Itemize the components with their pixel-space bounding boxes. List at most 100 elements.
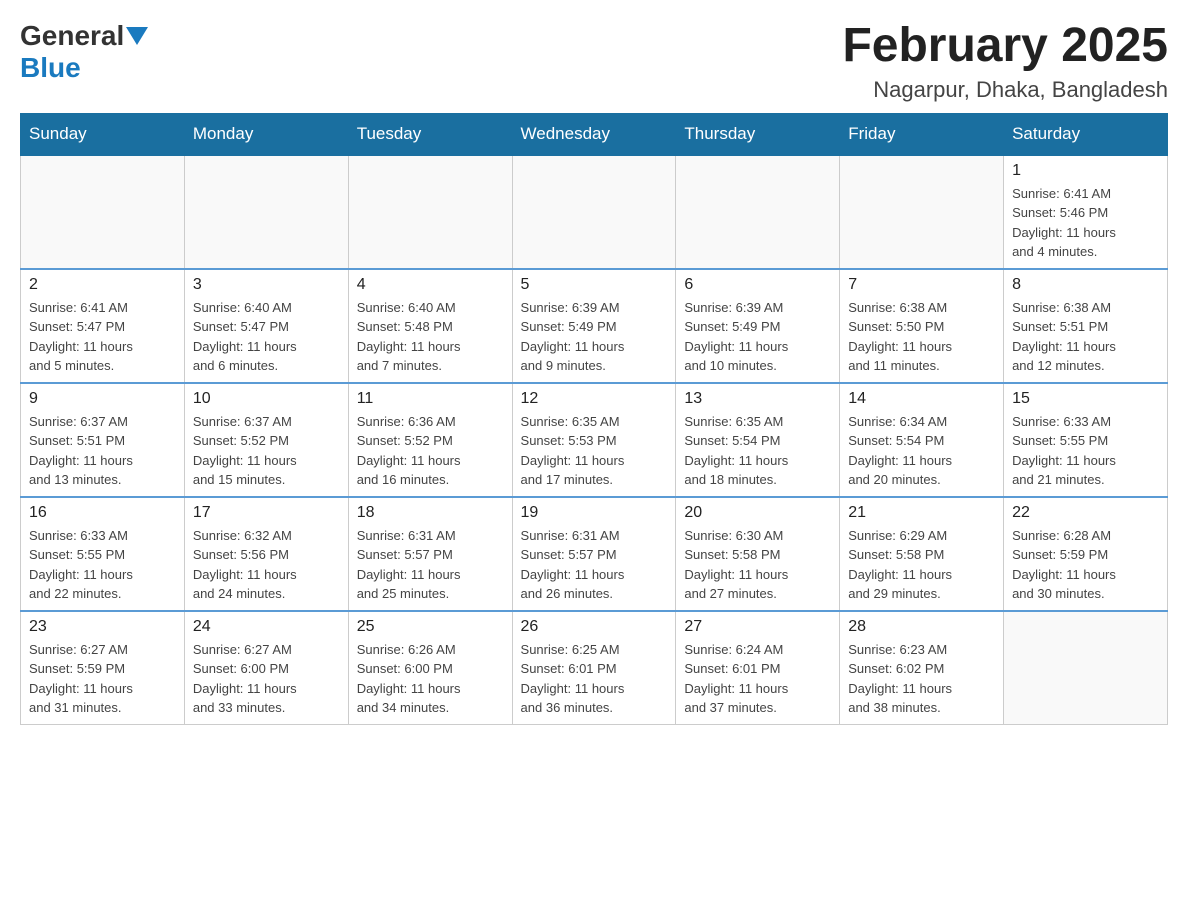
day-info: Sunrise: 6:29 AM Sunset: 5:58 PM Dayligh… — [848, 526, 995, 604]
day-info: Sunrise: 6:33 AM Sunset: 5:55 PM Dayligh… — [29, 526, 176, 604]
calendar-header-friday: Friday — [840, 113, 1004, 155]
calendar-week-row: 1Sunrise: 6:41 AM Sunset: 5:46 PM Daylig… — [21, 155, 1168, 269]
day-number: 6 — [684, 276, 831, 294]
day-info: Sunrise: 6:37 AM Sunset: 5:52 PM Dayligh… — [193, 412, 340, 490]
calendar-header-row: SundayMondayTuesdayWednesdayThursdayFrid… — [21, 113, 1168, 155]
calendar-header-monday: Monday — [184, 113, 348, 155]
day-info: Sunrise: 6:27 AM Sunset: 5:59 PM Dayligh… — [29, 640, 176, 718]
calendar-cell: 8 Sunrise: 6:38 AM Sunset: 5:51 PM Daylig… — [1004, 269, 1168, 383]
day-info: Sunrise: 6:38 AM Sunset: 5:51 PM Dayligh… — [1012, 298, 1159, 376]
calendar-cell — [676, 155, 840, 269]
calendar-cell: 10 Sunrise: 6:37 AM Sunset: 5:52 PM Dayli… — [184, 383, 348, 497]
calendar-cell — [840, 155, 1004, 269]
calendar-cell — [1004, 611, 1168, 725]
day-number: 26 — [521, 618, 668, 636]
day-info: Sunrise: 6:36 AM Sunset: 5:52 PM Dayligh… — [357, 412, 504, 490]
logo: General Blue — [20, 20, 148, 84]
calendar-cell: 15 Sunrise: 6:33 AM Sunset: 5:55 PM Dayli… — [1004, 383, 1168, 497]
calendar-week-row: 2 Sunrise: 6:41 AM Sunset: 5:47 PM Daylig… — [21, 269, 1168, 383]
calendar-cell: 5Sunrise: 6:39 AM Sunset: 5:49 PM Daylig… — [512, 269, 676, 383]
calendar-cell: 25 Sunrise: 6:26 AM Sunset: 6:00 PM Dayli… — [348, 611, 512, 725]
day-info: Sunrise: 6:24 AM Sunset: 6:01 PM Dayligh… — [684, 640, 831, 718]
day-number: 12 — [521, 390, 668, 408]
day-info: Sunrise: 6:32 AM Sunset: 5:56 PM Dayligh… — [193, 526, 340, 604]
day-info: Sunrise: 6:41 AM Sunset: 5:47 PM Dayligh… — [29, 298, 176, 376]
calendar-week-row: 9 Sunrise: 6:37 AM Sunset: 5:51 PM Daylig… — [21, 383, 1168, 497]
day-number: 8 — [1012, 276, 1159, 294]
page-header: General Blue February 2025 Nagarpur, Dha… — [20, 20, 1168, 103]
day-number: 27 — [684, 618, 831, 636]
calendar-cell: 16 Sunrise: 6:33 AM Sunset: 5:55 PM Dayli… — [21, 497, 185, 611]
calendar-cell — [512, 155, 676, 269]
calendar-header-thursday: Thursday — [676, 113, 840, 155]
day-info: Sunrise: 6:28 AM Sunset: 5:59 PM Dayligh… — [1012, 526, 1159, 604]
day-info: Sunrise: 6:34 AM Sunset: 5:54 PM Dayligh… — [848, 412, 995, 490]
day-info: Sunrise: 6:33 AM Sunset: 5:55 PM Dayligh… — [1012, 412, 1159, 490]
day-number: 2 — [29, 276, 176, 294]
calendar-cell: 28 Sunrise: 6:23 AM Sunset: 6:02 PM Dayli… — [840, 611, 1004, 725]
calendar-cell: 20Sunrise: 6:30 AM Sunset: 5:58 PM Dayli… — [676, 497, 840, 611]
day-number: 25 — [357, 618, 504, 636]
calendar-cell: 21 Sunrise: 6:29 AM Sunset: 5:58 PM Dayli… — [840, 497, 1004, 611]
calendar-header-saturday: Saturday — [1004, 113, 1168, 155]
day-info: Sunrise: 6:38 AM Sunset: 5:50 PM Dayligh… — [848, 298, 995, 376]
calendar-cell: 1Sunrise: 6:41 AM Sunset: 5:46 PM Daylig… — [1004, 155, 1168, 269]
calendar-header-sunday: Sunday — [21, 113, 185, 155]
title-section: February 2025 Nagarpur, Dhaka, Banglades… — [842, 20, 1168, 103]
day-info: Sunrise: 6:40 AM Sunset: 5:47 PM Dayligh… — [193, 298, 340, 376]
day-number: 14 — [848, 390, 995, 408]
day-info: Sunrise: 6:23 AM Sunset: 6:02 PM Dayligh… — [848, 640, 995, 718]
day-number: 9 — [29, 390, 176, 408]
day-info: Sunrise: 6:31 AM Sunset: 5:57 PM Dayligh… — [357, 526, 504, 604]
day-number: 17 — [193, 504, 340, 522]
day-number: 20 — [684, 504, 831, 522]
day-number: 28 — [848, 618, 995, 636]
calendar-cell: 19 Sunrise: 6:31 AM Sunset: 5:57 PM Dayli… — [512, 497, 676, 611]
day-number: 18 — [357, 504, 504, 522]
day-info: Sunrise: 6:25 AM Sunset: 6:01 PM Dayligh… — [521, 640, 668, 718]
calendar-cell: 11 Sunrise: 6:36 AM Sunset: 5:52 PM Dayli… — [348, 383, 512, 497]
logo-blue-text: Blue — [20, 52, 81, 83]
calendar-week-row: 23 Sunrise: 6:27 AM Sunset: 5:59 PM Dayli… — [21, 611, 1168, 725]
day-info: Sunrise: 6:26 AM Sunset: 6:00 PM Dayligh… — [357, 640, 504, 718]
month-title: February 2025 — [842, 20, 1168, 73]
day-number: 22 — [1012, 504, 1159, 522]
day-number: 15 — [1012, 390, 1159, 408]
day-number: 13 — [684, 390, 831, 408]
day-number: 16 — [29, 504, 176, 522]
calendar-cell: 24 Sunrise: 6:27 AM Sunset: 6:00 PM Dayli… — [184, 611, 348, 725]
calendar-cell: 27 Sunrise: 6:24 AM Sunset: 6:01 PM Dayli… — [676, 611, 840, 725]
day-number: 23 — [29, 618, 176, 636]
calendar-cell: 9 Sunrise: 6:37 AM Sunset: 5:51 PM Daylig… — [21, 383, 185, 497]
calendar-week-row: 16 Sunrise: 6:33 AM Sunset: 5:55 PM Dayli… — [21, 497, 1168, 611]
calendar-cell: 14 Sunrise: 6:34 AM Sunset: 5:54 PM Dayli… — [840, 383, 1004, 497]
calendar-cell: 22 Sunrise: 6:28 AM Sunset: 5:59 PM Dayli… — [1004, 497, 1168, 611]
calendar-cell: 4 Sunrise: 6:40 AM Sunset: 5:48 PM Daylig… — [348, 269, 512, 383]
calendar-cell: 23 Sunrise: 6:27 AM Sunset: 5:59 PM Dayli… — [21, 611, 185, 725]
calendar-cell: 6 Sunrise: 6:39 AM Sunset: 5:49 PM Daylig… — [676, 269, 840, 383]
calendar-header-wednesday: Wednesday — [512, 113, 676, 155]
day-info: Sunrise: 6:37 AM Sunset: 5:51 PM Dayligh… — [29, 412, 176, 490]
day-info: Sunrise: 6:41 AM Sunset: 5:46 PM Dayligh… — [1012, 184, 1159, 262]
calendar-cell: 3Sunrise: 6:40 AM Sunset: 5:47 PM Daylig… — [184, 269, 348, 383]
day-info: Sunrise: 6:27 AM Sunset: 6:00 PM Dayligh… — [193, 640, 340, 718]
calendar-cell — [21, 155, 185, 269]
day-number: 19 — [521, 504, 668, 522]
location-text: Nagarpur, Dhaka, Bangladesh — [842, 77, 1168, 103]
calendar-cell: 26 Sunrise: 6:25 AM Sunset: 6:01 PM Dayli… — [512, 611, 676, 725]
day-number: 7 — [848, 276, 995, 294]
day-number: 10 — [193, 390, 340, 408]
logo-general-text: General — [20, 20, 124, 52]
day-info: Sunrise: 6:40 AM Sunset: 5:48 PM Dayligh… — [357, 298, 504, 376]
day-number: 21 — [848, 504, 995, 522]
day-info: Sunrise: 6:31 AM Sunset: 5:57 PM Dayligh… — [521, 526, 668, 604]
calendar-cell: 12 Sunrise: 6:35 AM Sunset: 5:53 PM Dayli… — [512, 383, 676, 497]
day-info: Sunrise: 6:35 AM Sunset: 5:53 PM Dayligh… — [521, 412, 668, 490]
day-info: Sunrise: 6:39 AM Sunset: 5:49 PM Dayligh… — [521, 298, 668, 376]
day-number: 24 — [193, 618, 340, 636]
day-info: Sunrise: 6:39 AM Sunset: 5:49 PM Dayligh… — [684, 298, 831, 376]
calendar-cell — [348, 155, 512, 269]
day-number: 4 — [357, 276, 504, 294]
day-number: 11 — [357, 390, 504, 408]
logo-triangle-icon — [126, 27, 148, 45]
